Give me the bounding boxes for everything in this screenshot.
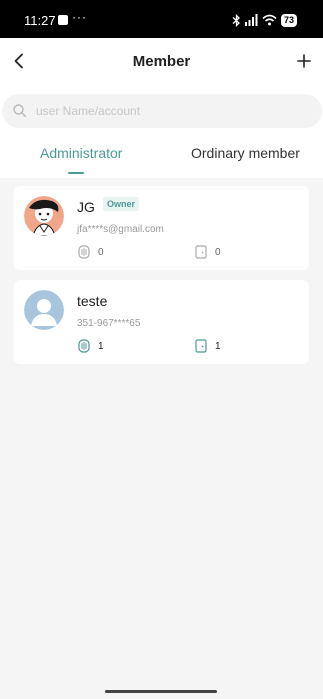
member-name: JG [77, 199, 95, 215]
fingerprint-icon [78, 339, 90, 353]
signal-icon [244, 14, 258, 26]
wifi-icon [262, 14, 277, 26]
tab-ordinary-member[interactable]: Ordinary member [191, 145, 300, 161]
avatar [24, 290, 64, 330]
status-icons: 73 [232, 12, 297, 28]
more-notifications-indicator: ··· [72, 10, 87, 24]
status-time: 11:27 [24, 13, 56, 28]
tab-administrator[interactable]: Administrator [40, 145, 122, 161]
member-card[interactable]: teste 351-967****65 1 1 [14, 280, 309, 364]
member-card[interactable]: JG Owner jfa****s@gmail.com 0 0 [14, 186, 309, 270]
status-bar: 11:27 ··· 73 [0, 0, 323, 38]
search-input[interactable] [36, 94, 306, 128]
bluetooth-icon [232, 13, 240, 27]
search-bar [2, 94, 322, 128]
card-count: 1 [215, 341, 221, 352]
notification-icon [58, 15, 68, 25]
fingerprint-icon [78, 245, 90, 259]
battery-icon: 73 [280, 13, 297, 27]
owner-badge: Owner [103, 197, 140, 211]
home-indicator[interactable] [105, 690, 217, 693]
member-name: teste [77, 293, 108, 309]
card-count: 0 [215, 247, 221, 258]
fingerprint-count: 0 [98, 247, 104, 258]
cartoon-avatar-icon [24, 196, 64, 236]
avatar [24, 196, 64, 236]
member-account: jfa****s@gmail.com [77, 224, 164, 235]
door-card-icon [195, 339, 207, 353]
header: Member Administrator Ordinary member [0, 38, 323, 178]
active-tab-indicator [68, 172, 84, 174]
search-icon [13, 104, 27, 118]
add-member-button[interactable] [293, 50, 315, 72]
plus-icon [297, 54, 311, 68]
door-card-icon [195, 245, 207, 259]
page-title: Member [132, 53, 191, 70]
member-screen: Member Administrator Ordinary member [0, 38, 323, 699]
member-account: 351-967****65 [77, 318, 141, 329]
fingerprint-count: 1 [98, 341, 104, 352]
default-user-avatar-icon [24, 290, 64, 330]
